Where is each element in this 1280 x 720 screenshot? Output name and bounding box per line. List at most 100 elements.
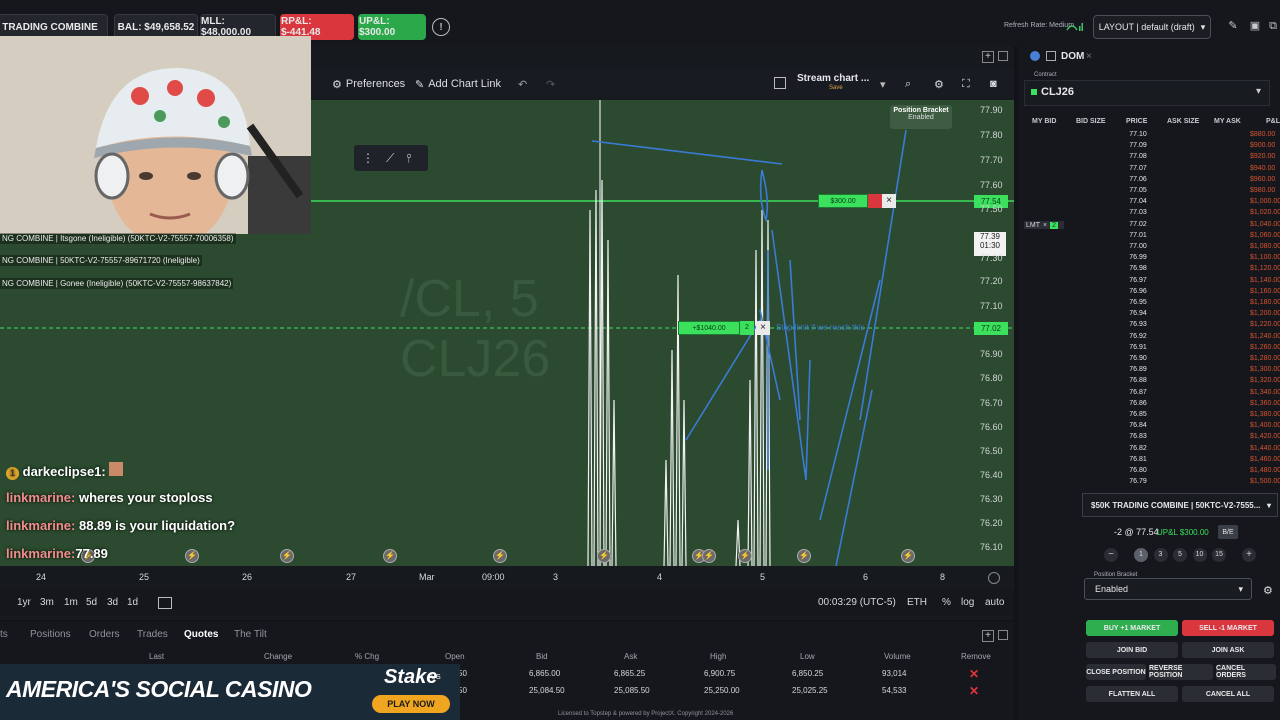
dom-row[interactable]: 76.80 $1,480.00 — [1022, 467, 1280, 475]
lightning-icon[interactable]: ⚡ — [901, 549, 915, 563]
search-icon[interactable]: ⌕ — [905, 76, 911, 92]
quantity-option-1[interactable]: 1 — [1134, 548, 1148, 562]
tab-trades[interactable]: Trades — [137, 629, 168, 640]
quote-header[interactable]: High — [710, 652, 726, 661]
dom-account-selector[interactable]: $50K TRADING COMBINE | 50KTC-V2-7555... ▾ — [1082, 493, 1278, 517]
join-bid-button[interactable]: JOIN BID — [1086, 642, 1178, 658]
quote-header[interactable]: Bid — [536, 652, 548, 661]
dom-row[interactable]: 76.97 $1,140.00 — [1022, 277, 1280, 285]
plus-icon[interactable]: + — [1242, 548, 1256, 562]
close-icon[interactable]: × — [756, 321, 770, 335]
save-label[interactable]: Save — [829, 85, 843, 91]
account-line-2[interactable]: NG COMBINE | 50KTC-V2-75557-89671720 (In… — [0, 255, 202, 266]
quantity-option-3[interactable]: 3 — [1153, 548, 1168, 562]
lightning-icon[interactable]: ⚡ — [493, 549, 507, 563]
lightning-icon[interactable]: ⚡ — [797, 549, 811, 563]
quantity-option-15[interactable]: 15 — [1212, 548, 1226, 562]
info-icon[interactable]: ! — [432, 18, 450, 36]
timeframe-5d[interactable]: 5d — [86, 597, 97, 608]
dom-tab-icon[interactable] — [1046, 51, 1056, 61]
breakeven-button[interactable]: B/E — [1218, 525, 1238, 539]
window-icon[interactable]: ▣ — [1248, 19, 1262, 33]
quote-header[interactable]: Volume — [884, 652, 911, 661]
dom-row[interactable]: 76.99 $1,100.00 — [1022, 254, 1280, 262]
timeframe-3d[interactable]: 3d — [107, 597, 118, 608]
session-label[interactable]: ETH — [907, 597, 927, 608]
tab-quotes[interactable]: Quotes — [184, 629, 218, 640]
maximize-icon[interactable] — [998, 51, 1008, 61]
dom-row[interactable]: 76.98 $1,120.00 — [1022, 265, 1280, 273]
position-order-tag[interactable]: $300.00 — [818, 194, 868, 208]
dom-row[interactable]: 77.05 $980.00 — [1022, 187, 1280, 195]
remove-icon[interactable]: ✕ — [969, 684, 979, 698]
dom-row[interactable]: 76.93 $1,220.00 — [1022, 321, 1280, 329]
dom-title[interactable]: DOM — [1061, 51, 1084, 62]
dom-row[interactable]: 76.89 $1,300.00 — [1022, 366, 1280, 374]
quote-header[interactable]: Low — [800, 652, 815, 661]
close-icon[interactable]: × — [882, 194, 896, 208]
lightning-icon[interactable]: ⚡ — [185, 549, 199, 563]
stream-checkbox[interactable] — [774, 77, 786, 89]
quote-header[interactable]: Last — [149, 652, 164, 661]
tab-ts[interactable]: ts — [0, 629, 8, 640]
dom-row[interactable]: 76.79 $1,500.00 — [1022, 478, 1280, 486]
dom-row[interactable]: 77.06 $960.00 — [1022, 176, 1280, 184]
settings-icon[interactable]: ⚙ — [934, 76, 944, 92]
drag-handle-icon[interactable]: ⋮ — [362, 151, 374, 165]
quote-header[interactable]: Remove — [961, 652, 991, 661]
lightning-icon[interactable]: ⚡ — [738, 549, 752, 563]
quote-header[interactable]: % Chg — [355, 652, 379, 661]
dom-row[interactable]: 76.94 $1,200.00 — [1022, 310, 1280, 318]
dom-row[interactable]: 76.86 $1,360.00 — [1022, 400, 1280, 408]
close-icon[interactable]: × — [1043, 222, 1047, 229]
limit-order-tag[interactable]: +$1040.00 — [678, 321, 740, 335]
join-ask-button[interactable]: JOIN ASK — [1182, 642, 1274, 658]
dom-row[interactable]: 77.03 $1,020.00 — [1022, 209, 1280, 217]
axis-settings-icon[interactable] — [988, 572, 1000, 584]
add-chart-link-button[interactable]: ✎ Add Chart Link — [415, 76, 501, 92]
position-stop-box[interactable] — [868, 194, 882, 208]
fork-icon[interactable]: ⫯ — [406, 151, 411, 166]
auto-toggle[interactable]: auto — [985, 597, 1004, 608]
account-line-1[interactable]: NG COMBINE | Itsgone (Ineligible) (50KTC… — [0, 233, 236, 244]
dom-row[interactable]: 76.85 $1,380.00 — [1022, 411, 1280, 419]
cancel-all-button[interactable]: CANCEL ALL — [1182, 686, 1274, 702]
dom-row[interactable]: 76.81 $1,460.00 — [1022, 456, 1280, 464]
dom-row[interactable]: 77.08 $920.00 — [1022, 153, 1280, 161]
trendline-icon[interactable]: ⟋ — [386, 151, 394, 166]
tab-the-tilt[interactable]: The Tilt — [234, 629, 267, 640]
chevron-down-icon[interactable]: ▾ — [880, 76, 886, 92]
bracket-selector[interactable]: Enabled ▾ — [1084, 578, 1252, 600]
log-toggle[interactable]: log — [961, 597, 974, 608]
tab-orders[interactable]: Orders — [89, 629, 120, 640]
percent-toggle[interactable]: % — [942, 597, 951, 608]
flatten-all-button[interactable]: FLATTEN ALL — [1086, 686, 1178, 702]
quote-header[interactable]: Change — [264, 652, 292, 661]
dom-row[interactable]: 76.92 $1,240.00 — [1022, 333, 1280, 341]
mute-icon[interactable]: ✎ — [1226, 19, 1240, 33]
dom-row[interactable]: 76.82 $1,440.00 — [1022, 445, 1280, 453]
add-panel-icon[interactable]: + — [982, 51, 994, 63]
dom-row[interactable]: 76.90 $1,280.00 — [1022, 355, 1280, 363]
quote-header[interactable]: Open — [445, 652, 465, 661]
gear-icon[interactable]: ⚙ — [1263, 584, 1273, 597]
add-panel-icon[interactable]: + — [982, 630, 994, 642]
close-icon[interactable]: × — [1086, 51, 1092, 62]
dom-row[interactable]: 77.00 $1,080.00 — [1022, 243, 1280, 251]
dom-row[interactable]: 77.01 $1,060.00 — [1022, 232, 1280, 240]
cancel-orders-button[interactable]: CANCEL ORDERS — [1216, 664, 1276, 680]
remove-icon[interactable]: ✕ — [969, 667, 979, 681]
sell-market-button[interactable]: SELL -1 MARKET — [1182, 620, 1274, 636]
dom-row[interactable]: 76.95 $1,180.00 — [1022, 299, 1280, 307]
fullscreen-icon[interactable]: ⛶ — [962, 76, 970, 92]
dom-row[interactable]: 76.96 $1,160.00 — [1022, 288, 1280, 296]
clock-label[interactable]: 00:03:29 (UTC-5) — [818, 597, 896, 608]
limit-order-qty[interactable]: 2 — [740, 321, 754, 335]
close-position-button[interactable]: CLOSE POSITION — [1086, 664, 1146, 680]
reverse-position-button[interactable]: REVERSE POSITION — [1149, 664, 1213, 680]
contract-selector[interactable]: CLJ26 ▾ — [1024, 80, 1270, 106]
buy-market-button[interactable]: BUY +1 MARKET — [1086, 620, 1178, 636]
dom-row[interactable]: 76.91 $1,260.00 — [1022, 344, 1280, 352]
timeframe-3m[interactable]: 3m — [40, 597, 54, 608]
account-line-3[interactable]: NG COMBINE | Gonee (Ineligible) (50KTC-V… — [0, 278, 234, 289]
